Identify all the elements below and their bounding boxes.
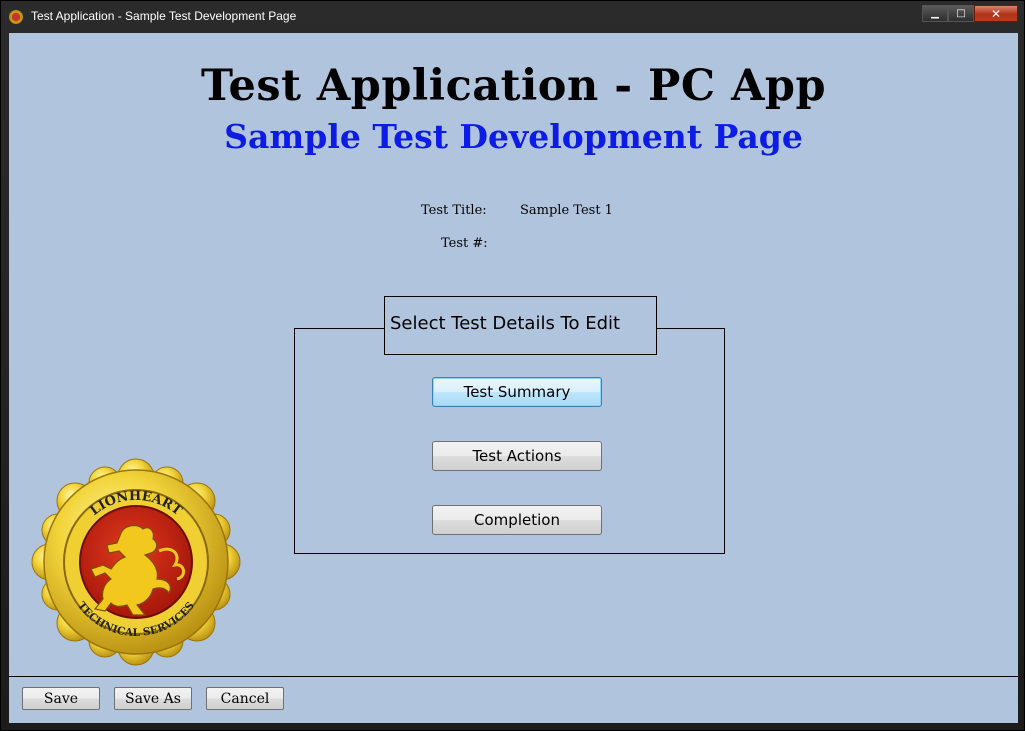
test-actions-button[interactable]: Test Actions: [432, 441, 602, 471]
test-details-group-header: Select Test Details To Edit: [384, 296, 657, 355]
test-title-value: Sample Test 1: [520, 203, 613, 218]
minimize-button[interactable]: ▁: [922, 5, 948, 22]
test-number-label: Test #:: [441, 236, 488, 251]
lionheart-logo: LIONHEART TECHNICAL SERVICES: [31, 458, 241, 666]
minimize-icon: ▁: [931, 8, 939, 19]
close-button[interactable]: ✕: [974, 5, 1018, 22]
close-icon: ✕: [990, 6, 1002, 21]
save-as-button[interactable]: Save As: [114, 687, 192, 710]
client-area: Test Application - PC App Sample Test De…: [9, 33, 1018, 723]
cancel-button[interactable]: Cancel: [206, 687, 284, 710]
test-summary-button[interactable]: Test Summary: [432, 377, 602, 407]
test-title-label: Test Title:: [421, 203, 487, 218]
page-subtitle: Sample Test Development Page: [224, 117, 803, 156]
maximize-button[interactable]: □: [948, 5, 974, 22]
window-controls: ▁ □ ✕: [922, 5, 1018, 23]
title-bar[interactable]: Test Application - Sample Test Developme…: [1, 1, 1025, 33]
window-title: Test Application - Sample Test Developme…: [31, 9, 297, 23]
completion-button[interactable]: Completion: [432, 505, 602, 535]
footer-divider: [9, 676, 1018, 677]
maximize-icon: □: [956, 8, 966, 19]
app-window: Test Application - Sample Test Developme…: [0, 0, 1025, 731]
save-button[interactable]: Save: [22, 687, 100, 710]
page-title: Test Application - PC App: [200, 61, 827, 111]
app-icon[interactable]: [9, 10, 23, 24]
